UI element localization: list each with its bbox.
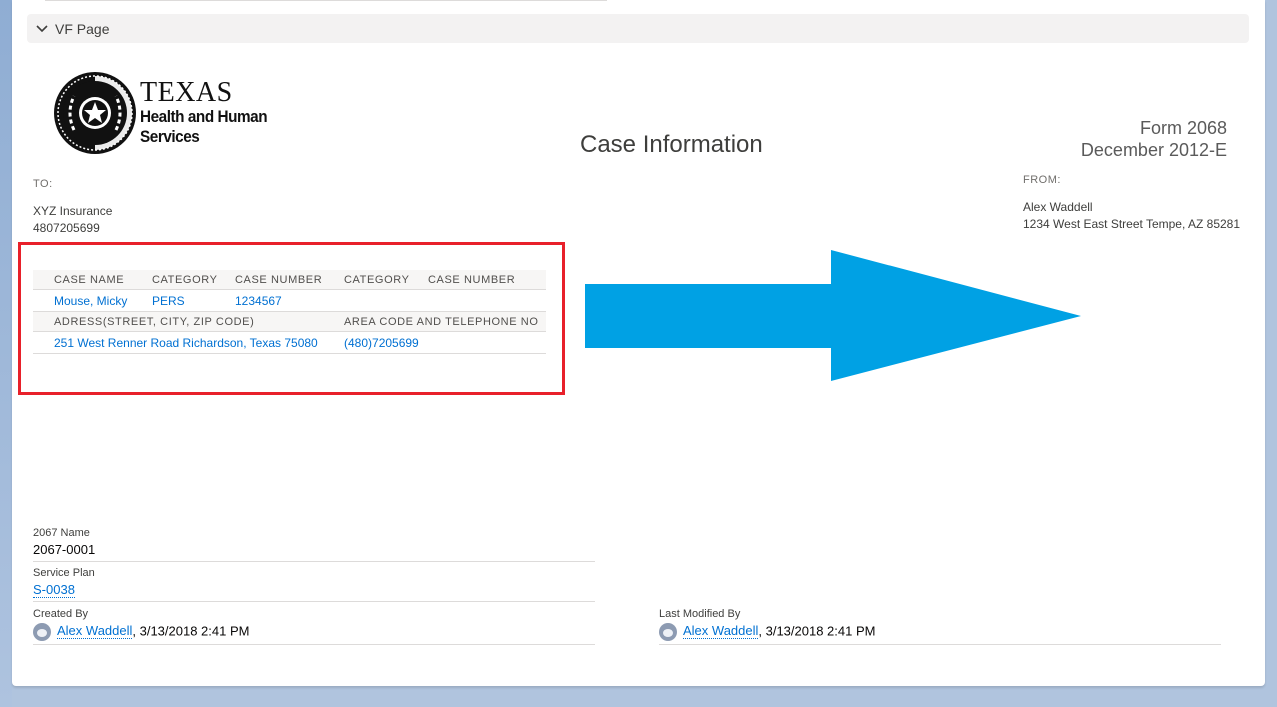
- field-label: Last Modified By: [659, 608, 741, 620]
- col-case-number-2: CASE NUMBER: [428, 270, 546, 290]
- case-name-cell[interactable]: Mouse, Micky: [33, 289, 152, 312]
- created-date: , 3/13/2018 2:41 PM: [132, 623, 250, 639]
- page-title: Case Information: [580, 131, 763, 158]
- field-label: 2067 Name: [33, 527, 90, 539]
- texas-seal-icon: [54, 72, 136, 154]
- address-cell[interactable]: 251 West Renner Road Richardson, Texas 7…: [33, 331, 344, 354]
- col-phone: AREA CODE AND TELEPHONE NO: [344, 311, 546, 332]
- logo-texas-text: TEXAS: [140, 77, 233, 108]
- field-2067-name: 2067 Name 2067-0001: [33, 527, 595, 562]
- field-created-by: Created By Alex Waddell, 3/13/2018 2:41 …: [33, 608, 595, 645]
- field-last-modified-by: Last Modified By Alex Waddell, 3/13/2018…: [659, 608, 1221, 645]
- to-label: TO:: [33, 178, 53, 190]
- field-service-plan: Service Plan S-0038: [33, 567, 595, 602]
- section-title: VF Page: [55, 20, 110, 37]
- from-sender: Alex Waddell 1234 West East Street Tempe…: [1023, 199, 1240, 233]
- form-info: Form 2068 December 2012-E: [1081, 117, 1227, 161]
- section-header-vf-page[interactable]: VF Page: [27, 14, 1249, 43]
- to-name: XYZ Insurance: [33, 204, 113, 218]
- modified-by-user-link[interactable]: Alex Waddell: [683, 623, 759, 640]
- col-case-name: CASE NAME: [33, 270, 152, 290]
- table-header-row: CASE NAME CATEGORY CASE NUMBER CATEGORY …: [33, 270, 546, 290]
- service-plan-link[interactable]: S-0038: [33, 582, 75, 598]
- page-background: [0, 0, 12, 707]
- to-phone: 4807205699: [33, 221, 100, 235]
- field-value: 2067-0001: [33, 542, 96, 557]
- form-date: December 2012-E: [1080, 140, 1227, 160]
- phone-cell[interactable]: (480)7205699: [344, 331, 546, 354]
- col-case-number: CASE NUMBER: [235, 270, 344, 290]
- case-table: CASE NAME CATEGORY CASE NUMBER CATEGORY …: [33, 270, 546, 354]
- texas-hhs-logo: TEXAS Health and Human Services: [52, 70, 281, 156]
- field-label: Created By: [33, 608, 89, 620]
- chevron-down-icon: [35, 22, 49, 36]
- case-number-2-cell: [428, 289, 546, 312]
- col-address: ADRESS(STREET, CITY, ZIP CODE): [33, 311, 344, 332]
- from-label: FROM:: [1023, 174, 1061, 186]
- record-card: VF Page TEXAS Health and Human Services …: [12, 0, 1265, 686]
- created-by-user-link[interactable]: Alex Waddell: [57, 623, 133, 640]
- from-address: 1234 West East Street Tempe, AZ 85281: [1023, 217, 1241, 231]
- avatar: [33, 623, 51, 641]
- col-category-2: CATEGORY: [344, 270, 428, 290]
- table-row: 251 West Renner Road Richardson, Texas 7…: [33, 331, 546, 354]
- modified-date: , 3/13/2018 2:41 PM: [758, 623, 876, 639]
- logo-hhs-line1: Health and Human: [140, 107, 268, 126]
- logo-hhs-line2: Services: [140, 127, 200, 146]
- field-label: Service Plan: [33, 567, 95, 579]
- to-recipient: XYZ Insurance 4807205699: [33, 203, 112, 237]
- table-header-row: ADRESS(STREET, CITY, ZIP CODE) AREA CODE…: [33, 311, 546, 332]
- right-arrow-annotation: [585, 250, 1081, 381]
- divider: [45, 0, 607, 1]
- category-2-cell: [344, 289, 428, 312]
- col-category: CATEGORY: [152, 270, 235, 290]
- form-number: Form 2068: [1139, 118, 1227, 138]
- table-row: Mouse, Micky PERS 1234567: [33, 289, 546, 312]
- category-cell[interactable]: PERS: [152, 289, 235, 312]
- from-name: Alex Waddell: [1023, 200, 1093, 214]
- case-number-cell[interactable]: 1234567: [235, 289, 344, 312]
- avatar: [659, 623, 677, 641]
